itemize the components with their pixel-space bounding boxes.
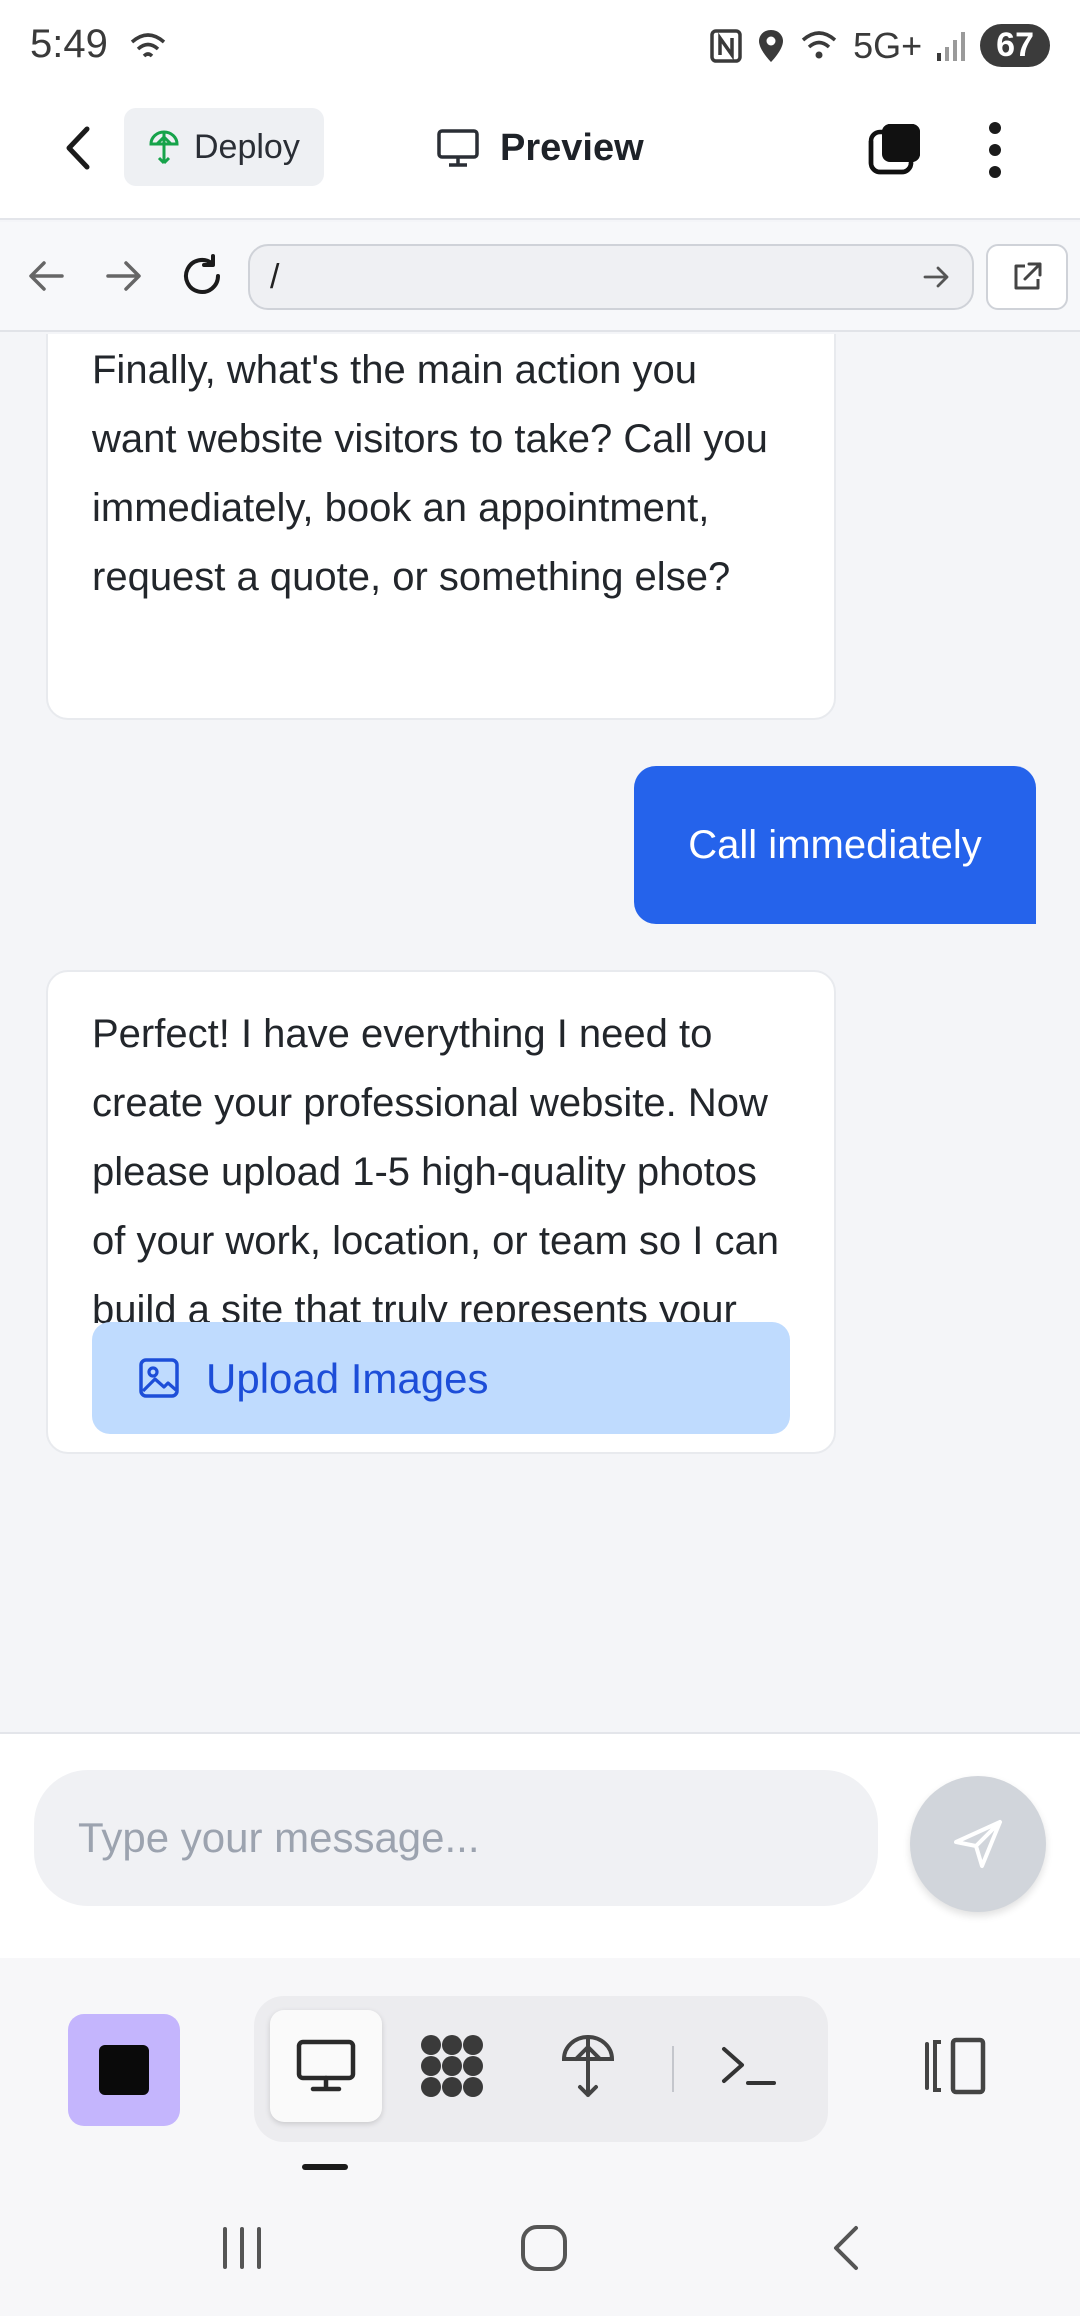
chevron-left-icon [66,126,90,170]
upload-images-button[interactable]: Upload Images [92,1322,790,1434]
message-composer [0,1732,1080,1958]
url-text: / [270,257,280,296]
system-back-icon[interactable] [806,2208,886,2288]
toolbar-divider [672,2046,674,2092]
deploy-icon [149,130,179,165]
status-icons: 5G+ 67 [709,24,1050,67]
grid-icon [421,2035,483,2097]
battery-level: 67 [980,24,1050,67]
send-button[interactable] [910,1776,1046,1912]
system-navigation-bar [0,2178,1080,2316]
grid-view-button[interactable] [396,2010,508,2122]
recent-apps-icon[interactable] [202,2208,282,2288]
chat-area[interactable]: Finally, what's the main action you want… [0,334,1080,1732]
external-link-icon [1014,262,1042,290]
go-arrow-icon[interactable] [922,264,952,290]
terminal-view-button[interactable] [692,2010,804,2122]
network-type: 5G+ [853,24,923,66]
home-icon[interactable] [504,2208,584,2288]
deploy-button[interactable]: Deploy [124,108,324,186]
deploy-icon [561,2035,615,2097]
status-bar: 5:49 5G+ 67 [0,0,1080,96]
wifi-signal-icon [801,30,837,58]
desktop-icon [296,2039,356,2092]
assistant-message: Finally, what's the main action you want… [46,334,836,720]
assistant-message: Perfect! I have everything I need to cre… [46,970,836,1454]
app-header: Deploy Preview [0,96,1080,220]
deploy-label: Deploy [194,127,300,166]
upload-images-label: Upload Images [206,1354,489,1402]
more-options-icon[interactable] [970,118,1020,182]
send-icon [954,1820,1002,1868]
panel-toggle-button[interactable] [916,2016,996,2116]
stop-icon [99,2045,149,2095]
monitor-icon [437,129,479,167]
image-icon [139,1358,179,1398]
browser-forward-icon[interactable] [94,246,154,306]
stop-button[interactable] [68,2014,180,2126]
active-indicator [302,2164,348,2170]
back-button[interactable] [48,118,108,178]
location-icon [759,29,784,62]
preview-label: Preview [500,126,644,169]
url-field[interactable]: / [248,244,974,310]
bottom-toolbar [0,1958,1080,2178]
open-external-button[interactable] [986,244,1068,310]
deploy-view-button[interactable] [532,2010,644,2122]
terminal-icon [722,2047,776,2085]
message-input[interactable] [34,1770,878,1906]
reload-icon[interactable] [172,246,232,306]
nfc-icon [710,28,742,63]
wifi-icon [130,33,166,58]
preview-tab[interactable]: Preview [436,118,644,178]
status-time: 5:49 [30,22,108,66]
panel-toggle-icon [925,2037,986,2095]
stacked-squares-icon [868,124,920,175]
view-switcher [254,1996,828,2142]
cell-signal-icon [937,31,966,61]
desktop-view-button[interactable] [270,2010,382,2122]
user-message: Call immediately [634,766,1036,924]
browser-back-icon[interactable] [16,246,76,306]
browser-toolbar: / [0,222,1080,332]
tabs-button[interactable] [866,118,926,178]
